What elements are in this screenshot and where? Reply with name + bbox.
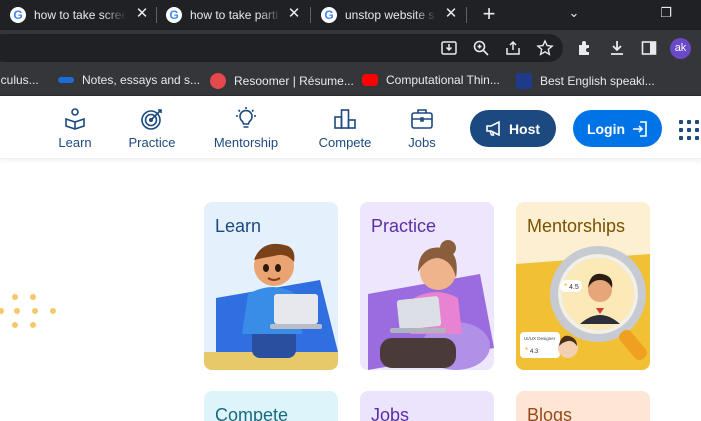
bookmark-item[interactable]: Computational Thin... — [362, 73, 500, 87]
bookmark-item[interactable]: Best English speaki... — [516, 73, 655, 89]
browser-tab-2[interactable]: G how to take parti ✕ — [166, 0, 308, 30]
bookmark-label: Computational Thin... — [386, 73, 500, 87]
bookmark-item[interactable]: Notes, essays and s... — [58, 73, 200, 87]
podium-icon — [334, 109, 356, 129]
login-button[interactable]: Login — [573, 110, 662, 147]
login-arrow-icon — [633, 120, 647, 137]
tab-divider — [156, 7, 157, 23]
site-header: Learn Practice Mentorship Compete Jobs H… — [0, 97, 701, 159]
tab-divider — [310, 7, 311, 23]
card-title: Jobs — [371, 405, 410, 421]
browser-tab-1[interactable]: G how to take scree ✕ — [10, 0, 156, 30]
student-laptop-illustration — [204, 243, 338, 370]
nav-item-compete[interactable]: Compete — [305, 107, 385, 150]
bookmark-label: Resoomer | Résume... — [234, 74, 354, 88]
learn-card[interactable]: Learn — [204, 202, 338, 370]
bookmark-item[interactable]: lculus... — [0, 73, 39, 87]
profile-avatar[interactable]: ak — [670, 38, 691, 59]
card-title: Blogs — [527, 405, 573, 421]
student-laptop-illustration — [368, 240, 494, 370]
side-panel-icon[interactable] — [640, 39, 658, 57]
blogs-card[interactable]: Blogs — [516, 391, 650, 421]
bookmark-star-icon[interactable] — [536, 39, 554, 57]
english-site-icon — [516, 73, 532, 89]
nav-label: Compete — [318, 135, 372, 150]
google-icon: G — [10, 7, 26, 23]
zoom-icon[interactable] — [472, 39, 490, 57]
extensions-icon[interactable] — [576, 39, 594, 57]
compete-card[interactable]: Compete — [204, 391, 338, 421]
jobs-card[interactable]: Jobs — [360, 391, 494, 421]
briefcase-icon — [411, 109, 433, 129]
target-icon — [141, 109, 162, 130]
host-button[interactable]: Host — [470, 110, 556, 147]
youtube-icon — [362, 74, 378, 86]
mentorships-card[interactable]: Mentorships 4.5 UI/UX Designer 4.3 — [516, 202, 650, 370]
nav-label: Learn — [58, 135, 92, 150]
google-icon: G — [166, 7, 182, 23]
host-label: Host — [508, 120, 541, 137]
learn-icon — [65, 108, 85, 130]
decorative-dots — [0, 292, 64, 332]
install-app-icon[interactable] — [440, 39, 458, 57]
card-title: Compete — [215, 405, 289, 421]
nav-label: Jobs — [408, 135, 436, 150]
google-icon: G — [321, 7, 337, 23]
nav-item-practice[interactable]: Practice — [112, 107, 192, 150]
bookmark-label: lculus... — [0, 73, 39, 87]
tab-title: how to take parti — [190, 8, 279, 22]
notes-site-icon — [58, 77, 74, 83]
nav-label: Practice — [128, 135, 176, 150]
browser-tabstrip: G how to take scree ✕ G how to take part… — [0, 0, 701, 30]
tab-search-icon[interactable]: ⌄ — [564, 3, 584, 23]
mentor-tag: UI/UX Designer — [524, 336, 556, 341]
share-icon[interactable] — [504, 39, 522, 57]
resoomer-icon — [210, 73, 226, 89]
close-tab-icon[interactable]: ✕ — [286, 6, 302, 22]
bulb-icon — [236, 107, 256, 128]
bookmark-label: Best English speaki... — [540, 74, 655, 88]
apps-menu-icon[interactable] — [679, 120, 701, 142]
bookmarks-bar: lculus... Notes, essays and s... Resoome… — [0, 66, 701, 96]
mentor-rating-bottom: 4.3 — [530, 349, 539, 355]
nav-item-mentorship[interactable]: Mentorship — [206, 107, 286, 150]
close-tab-icon[interactable]: ✕ — [443, 6, 459, 22]
tab-title: unstop website s — [345, 8, 435, 22]
new-tab-button[interactable]: + — [478, 3, 500, 25]
login-label: Login — [586, 120, 626, 137]
browser-toolbar: ak — [0, 30, 701, 66]
magnifier-mentor-illustration: 4.5 UI/UX Designer 4.3 — [516, 246, 650, 370]
browser-tab-3[interactable]: G unstop website s ✕ — [321, 0, 465, 30]
mentor-rating-top: 4.5 — [569, 284, 579, 291]
nav-item-learn[interactable]: Learn — [35, 107, 115, 150]
nav-item-jobs[interactable]: Jobs — [382, 107, 462, 150]
restore-window-icon[interactable]: ❐ — [656, 3, 676, 23]
close-tab-icon[interactable]: ✕ — [134, 6, 150, 22]
bookmark-item[interactable]: Resoomer | Résume... — [210, 73, 354, 89]
tab-divider — [466, 7, 467, 23]
downloads-icon[interactable] — [608, 39, 626, 57]
bookmark-label: Notes, essays and s... — [82, 73, 201, 87]
tab-title: how to take scree — [34, 8, 126, 22]
practice-card[interactable]: Practice — [360, 202, 494, 370]
megaphone-icon — [486, 121, 500, 136]
nav-label: Mentorship — [213, 135, 279, 150]
